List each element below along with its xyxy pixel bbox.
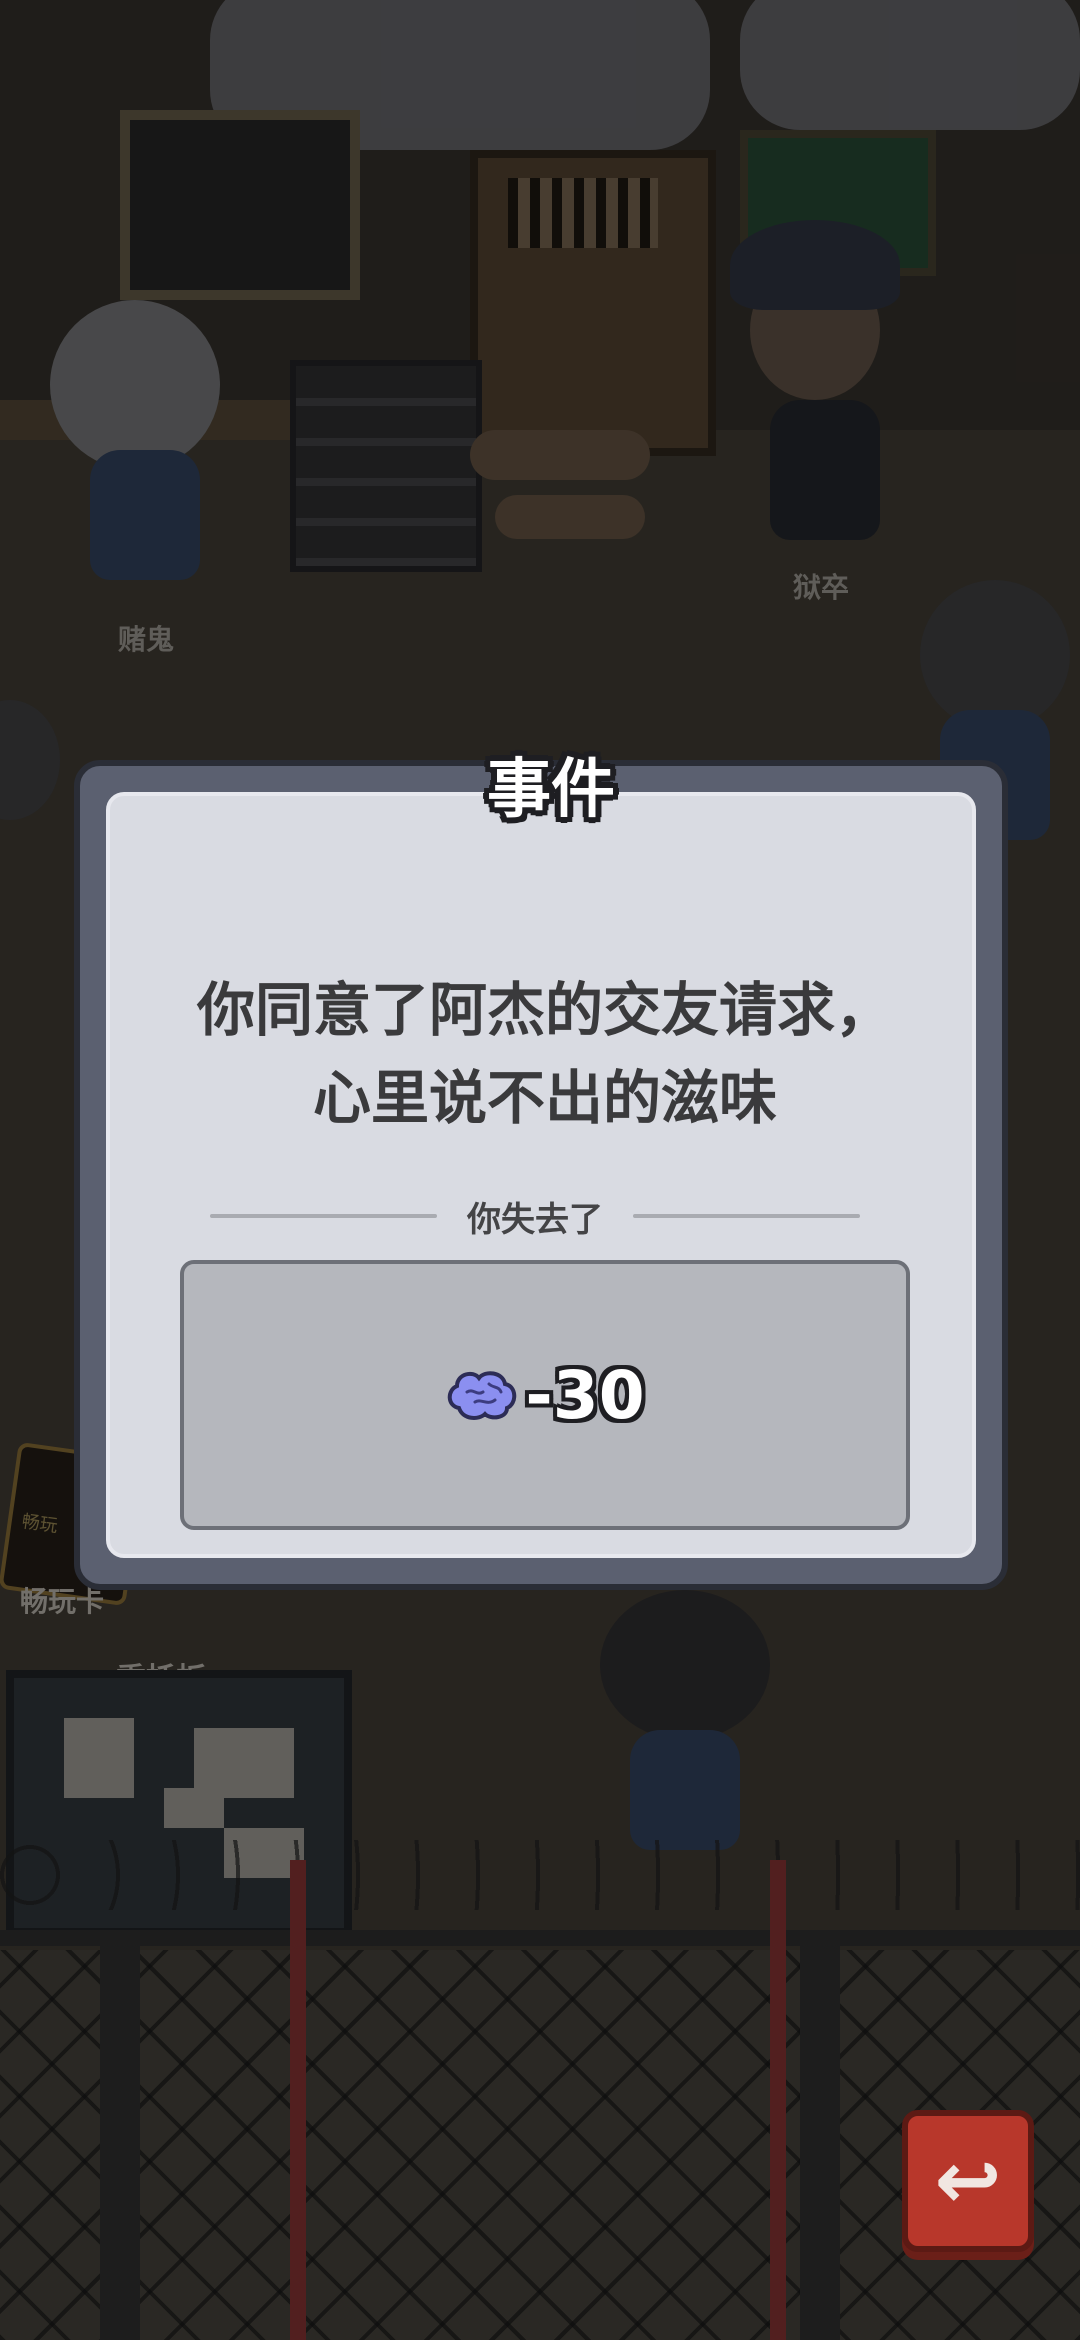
divider-line xyxy=(633,1214,860,1218)
reward-value: -30 xyxy=(525,1356,645,1434)
result-divider: 你失去了 xyxy=(210,1196,860,1240)
event-dialog: 事件 你同意了阿杰的交友请求， 心里说不出的滋味 你失去了 -30 xyxy=(74,753,1008,1590)
return-arrow-icon: ↩ xyxy=(934,2134,1002,2227)
brain-icon xyxy=(445,1368,519,1422)
event-description: 你同意了阿杰的交友请求， 心里说不出的滋味 xyxy=(130,966,960,1142)
event-dialog-panel: 事件 你同意了阿杰的交友请求， 心里说不出的滋味 你失去了 -30 xyxy=(106,753,976,1558)
event-line-1: 你同意了阿杰的交友请求， xyxy=(196,976,893,1044)
event-line-2: 心里说不出的滋味 xyxy=(312,1064,777,1132)
reward-box: -30 xyxy=(180,1260,910,1530)
divider-line xyxy=(210,1214,437,1218)
back-button[interactable]: ↩ xyxy=(902,2110,1034,2252)
dialog-title: 事件 xyxy=(487,753,615,827)
result-label: 你失去了 xyxy=(467,1199,603,1240)
